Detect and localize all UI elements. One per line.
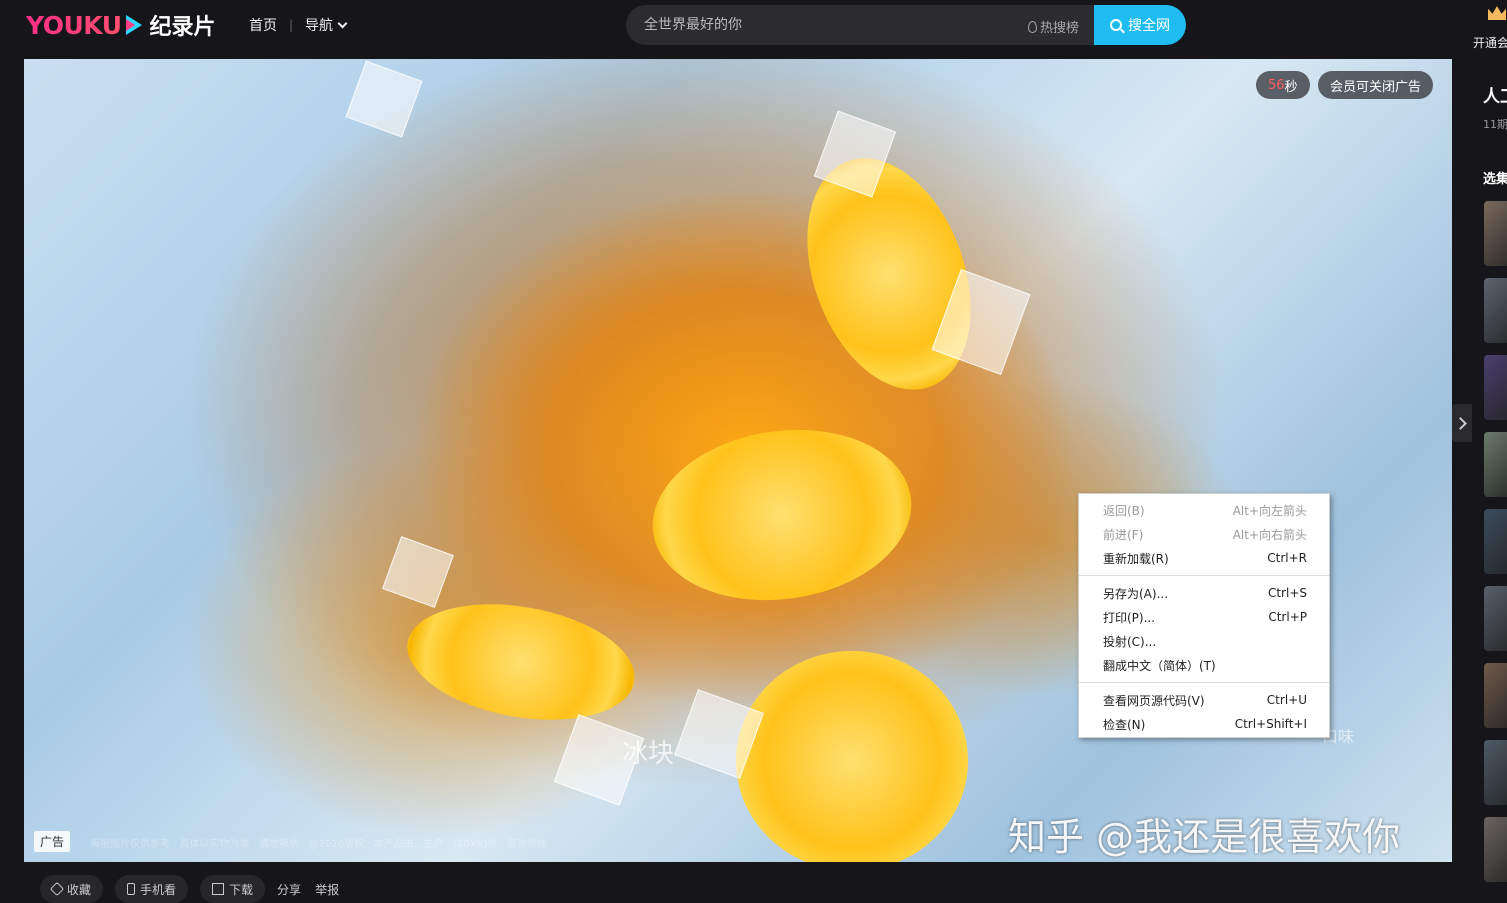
share-link[interactable]: 分享 <box>277 881 301 898</box>
video-player[interactable]: 56 秒 会员可关闭广告 冰块 口味 海报图片仅供参考 · 具体以实物为准 · … <box>24 59 1452 862</box>
download-icon <box>212 883 225 895</box>
download-label: 下载 <box>229 882 254 897</box>
nav-separator: | <box>289 18 294 32</box>
episode-thumbnail[interactable] <box>1484 201 1507 266</box>
lemon-slice-image <box>398 587 644 737</box>
context-menu-separator <box>1079 682 1329 683</box>
context-menu-item-label: 打印(P)... <box>1103 610 1156 625</box>
episode-thumbnail[interactable] <box>1484 355 1507 420</box>
ad-disclaimer: 海报图片仅供参考 · 具体以实物为准 · 请勿模仿 · @2020版权 · 本产… <box>90 839 547 850</box>
context-menu-item-label: 重新加载(R) <box>1103 551 1169 566</box>
watermark-text: 知乎 @我还是很喜欢你 <box>1008 815 1401 859</box>
episode-thumbnail[interactable] <box>1484 663 1507 728</box>
context-menu-item-shortcut: Alt+向左箭头 <box>1232 503 1307 518</box>
ad-countdown-value: 56 <box>1268 77 1285 93</box>
close-ad-button[interactable]: 会员可关闭广告 <box>1318 71 1434 99</box>
nav-home[interactable]: 首页 <box>249 15 277 35</box>
episode-thumbnail[interactable] <box>1484 278 1507 343</box>
context-menu: 返回(B) Alt+向左箭头前进(F) Alt+向右箭头重新加载(R) Ctrl+R 另… <box>1078 493 1330 738</box>
episode-sidebar: 人工 11期 选集 <box>1460 52 1507 893</box>
context-menu-item-label: 查看网页源代码(V) <box>1103 693 1205 708</box>
ad-badge: 广告 <box>34 831 71 852</box>
ice-cube-image <box>382 536 454 608</box>
search-button[interactable]: 搜全网 <box>1094 5 1186 45</box>
context-menu-item-shortcut: Ctrl+P <box>1268 610 1307 624</box>
flame-icon <box>1028 20 1037 33</box>
context-menu-item[interactable]: 另存为(A)... Ctrl+S <box>1079 581 1329 605</box>
series-title: 人工 <box>1483 87 1507 107</box>
lemon-slice-image <box>641 413 923 617</box>
report-link[interactable]: 举报 <box>315 881 339 898</box>
context-menu-item-shortcut: Ctrl+R <box>1267 551 1307 565</box>
favorite-label: 收藏 <box>67 882 92 897</box>
vip-entry[interactable]: 开通会 <box>1470 2 1507 50</box>
episode-thumbnail[interactable] <box>1484 817 1507 882</box>
search-input[interactable] <box>644 5 1024 45</box>
episode-select-label: 选集 <box>1483 172 1507 187</box>
mobile-watch-label: 手机看 <box>140 882 177 897</box>
ad-countdown-unit: 秒 <box>1284 79 1298 95</box>
crown-icon <box>1488 6 1506 20</box>
top-bar: YOUKU 纪录片 首页 | 导航 热搜榜 搜全网 开通会 <box>0 0 1507 52</box>
episode-thumbnail[interactable] <box>1484 432 1507 497</box>
context-menu-separator <box>1079 575 1329 576</box>
context-menu-item[interactable]: 检查(N) Ctrl+Shift+I <box>1079 712 1329 736</box>
chevron-down-icon[interactable] <box>337 18 348 28</box>
context-menu-item[interactable]: 查看网页源代码(V) Ctrl+U <box>1079 688 1329 712</box>
phone-icon <box>127 883 136 895</box>
video-subtitle: 冰块 <box>622 739 675 769</box>
ice-cube-image <box>345 60 423 138</box>
hot-search-label: 热搜榜 <box>1040 21 1080 36</box>
ad-countdown: 56 秒 <box>1256 71 1310 99</box>
context-menu-item-label: 前进(F) <box>1103 527 1144 542</box>
download-button[interactable]: 下载 <box>200 875 266 903</box>
nav-guide[interactable]: 导航 <box>305 15 333 35</box>
context-menu-item-label: 翻成中文（简体）(T) <box>1103 658 1216 673</box>
lemon-slice-image <box>736 651 968 862</box>
series-episode-count: 11期 <box>1483 118 1507 131</box>
episode-thumbnail[interactable] <box>1484 586 1507 651</box>
context-menu-item[interactable]: 翻成中文（简体）(T) <box>1079 653 1329 677</box>
hot-search-link[interactable]: 热搜榜 <box>1028 17 1079 36</box>
context-menu-item: 前进(F) Alt+向右箭头 <box>1079 522 1329 546</box>
channel-name: 纪录片 <box>149 15 216 40</box>
context-menu-item-shortcut: Ctrl+U <box>1266 693 1307 707</box>
context-menu-item[interactable]: 重新加载(R) Ctrl+R <box>1079 546 1329 570</box>
episode-thumbnail[interactable] <box>1484 740 1507 805</box>
mobile-watch-button[interactable]: 手机看 <box>115 875 189 903</box>
context-menu-item-shortcut: Alt+向右箭头 <box>1232 527 1307 542</box>
favorite-button[interactable]: 收藏 <box>40 875 104 903</box>
action-bar: 收藏 手机看 下载 分享 举报 <box>40 875 353 903</box>
search-button-label: 搜全网 <box>1128 18 1170 34</box>
context-menu-item-label: 返回(B) <box>1103 503 1145 518</box>
context-menu-item[interactable]: 打印(P)... Ctrl+P <box>1079 605 1329 629</box>
star-icon <box>49 881 65 897</box>
youku-logo[interactable]: YOUKU 纪录片 <box>26 10 216 41</box>
context-menu-item-shortcut: Ctrl+S <box>1267 586 1307 600</box>
context-menu-item-shortcut: Ctrl+Shift+I <box>1234 717 1307 731</box>
context-menu-item[interactable]: 投射(C)... <box>1079 629 1329 653</box>
search-icon <box>1110 19 1122 31</box>
search-bar: 热搜榜 搜全网 <box>626 5 1186 45</box>
episode-thumbnail[interactable] <box>1484 509 1507 574</box>
context-menu-item-label: 另存为(A)... <box>1103 586 1169 601</box>
context-menu-item-label: 检查(N) <box>1103 717 1146 732</box>
play-arrow-icon <box>125 15 142 35</box>
main-nav: 首页 | 导航 <box>249 15 348 35</box>
context-menu-item-label: 投射(C)... <box>1103 634 1157 649</box>
vip-label: 开通会 <box>1473 36 1507 50</box>
logo-text: YOUKU <box>26 10 122 40</box>
context-menu-item: 返回(B) Alt+向左箭头 <box>1079 498 1329 522</box>
